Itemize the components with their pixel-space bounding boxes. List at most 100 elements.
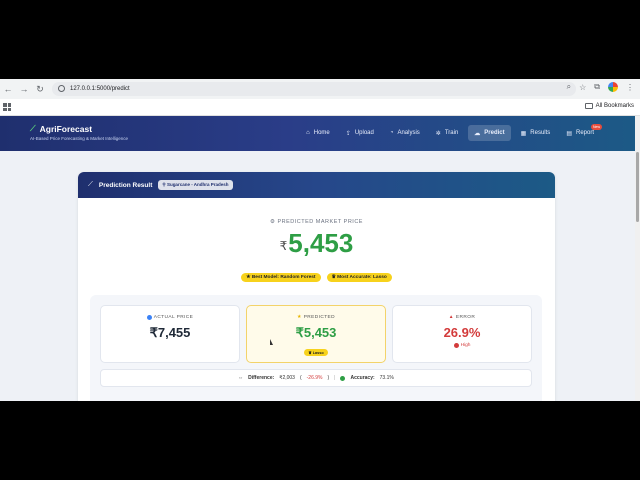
reload-icon[interactable]: ↻ [32,81,48,97]
address-url: 127.0.0.1:5000/predict [70,86,130,92]
star-icon: ★ [246,275,251,280]
menu-icon[interactable]: ⋮ [626,83,634,92]
main-nav: ⌂ Home ⇪ Upload ◔ Analysis ✲ Train ☁ Pre… [300,124,602,141]
upload-icon: ⇪ [345,130,351,137]
predicted-price-label-text: PREDICTED MARKET PRICE [277,219,363,225]
predicted-price-card: ★ PREDICTED ₹5,453 ♛ Lasso [246,305,386,363]
difference-label: Difference: [248,375,275,381]
new-badge: New [590,124,602,130]
brand-title: AgriForecast [39,124,93,134]
apps-grid-icon[interactable] [3,103,11,111]
nav-predict-label: Predict [484,130,505,136]
info-icon [146,315,152,320]
browser-viewport: ← → ↻ 127.0.0.1:5000/predict ⌕ ☆ ⧉ ⋮ All… [0,79,640,401]
brand-tagline: AI-Based Price Forecasting & Market Inte… [30,136,129,141]
best-model-badge: ★ Best Model: Random Forest [241,273,321,282]
prediction-card: ⟋ Prediction Result ⚲ Sugarcane - Andhra… [78,172,555,401]
error-level: High [393,343,531,348]
difference-paren-close: ) [327,375,330,381]
mouse-cursor [270,339,273,345]
arrows-icon: ⇔ [238,375,244,381]
difference-pct: -26.9% [306,375,323,381]
nav-results[interactable]: ▦ Results [515,125,557,141]
bookmarks-bar: All Bookmarks [0,99,640,116]
comparison-panel: ACTUAL PRICE ₹7,455 ★ PREDICTED ₹5,453 ♛… [90,295,542,401]
address-bar[interactable]: 127.0.0.1:5000/predict [52,82,576,96]
crop-chip: ⚲ Sugarcane - Andhra Pradesh [158,180,233,190]
crown-icon: ♛ [331,275,336,280]
nav-analysis[interactable]: ◔ Analysis [384,125,426,141]
predicted-card-label: PREDICTED [303,315,336,320]
model-chips: ★ Best Model: Random Forest ♛ Most Accur… [78,273,555,282]
chart-line-icon: ⟋ [30,124,36,133]
accuracy-value: 73.1% [379,375,394,381]
nav-report-label: Report [575,130,594,136]
best-model-text: Best Model: Random Forest [251,275,316,280]
profile-avatar[interactable] [608,82,618,92]
file-icon: ▤ [566,130,572,137]
forward-icon[interactable]: → [16,81,32,97]
location-pin-icon: ⚲ [162,182,166,187]
nav-predict[interactable]: ☁ Predict [468,125,511,141]
error-label: ERROR [455,315,476,320]
difference-bar: ⇔ Difference: ₹2,003 ( -26.9%) | Accuracy… [100,369,532,387]
alert-icon [453,343,459,348]
actual-price-label: ACTUAL PRICE [153,315,194,320]
back-icon[interactable]: ← [0,81,16,97]
separator: | [334,375,336,381]
zoom-icon[interactable]: ⌕ [567,82,571,92]
predicted-price-label: ⚙ PREDICTED MARKET PRICE [78,219,555,225]
model-badge: ♛ Lasso [304,349,328,356]
nav-train-label: Train [444,130,459,136]
table-icon: ▦ [520,130,527,137]
nav-analysis-label: Analysis [397,130,420,136]
card-header: ⟋ Prediction Result ⚲ Sugarcane - Andhra… [78,172,555,198]
most-accurate-badge: ♛ Most Accurate: Lasso [326,273,392,282]
nav-train[interactable]: ✲ Train [430,125,464,141]
accuracy-label: Accuracy: [350,375,375,381]
brain-icon: ✲ [435,130,441,137]
actual-price-value: ₹7,455 [149,325,191,340]
nav-results-label: Results [530,130,551,136]
predicted-price-number: 5,453 [288,228,354,258]
star-icon[interactable]: ☆ [579,83,586,92]
crop-chip-label: Sugarcane - Andhra Pradesh [166,182,229,187]
model-badge-text: Lasso [312,351,324,355]
card-title: Prediction Result [98,181,153,189]
most-accurate-text: Most Accurate: Lasso [337,275,387,280]
nav-home-label: Home [313,130,330,136]
currency-symbol: ₹ [279,239,288,253]
browser-toolbar: ← → ↻ 127.0.0.1:5000/predict ⌕ ☆ ⧉ ⋮ [0,79,640,99]
warning-icon: ▲ [448,315,454,320]
error-card: ▲ ERROR 26.9% High [392,305,532,363]
home-icon: ⌂ [306,130,310,136]
star-icon: ★ [296,315,302,320]
chart-icon: ⟋ [88,181,93,188]
nav-home[interactable]: ⌂ Home [300,125,336,141]
nav-report[interactable]: ▤ Report New [560,124,602,141]
check-icon [340,375,346,381]
folder-icon [584,103,593,109]
all-bookmarks-label: All Bookmarks [595,103,634,109]
analysis-icon: ◔ [389,130,394,136]
nav-upload-label: Upload [354,130,374,136]
letterbox-top [0,0,640,79]
scrollbar-thumb[interactable] [636,152,639,222]
brand[interactable]: ⟋ AgriForecast AI-Based Price Forecastin… [30,124,128,141]
extensions-icon[interactable]: ⧉ [594,82,600,92]
magic-icon: ☁ [474,130,481,137]
app-header: ⟋ AgriForecast AI-Based Price Forecastin… [0,116,640,151]
difference-paren-open: ( [299,375,302,381]
error-level-text: High [460,343,471,348]
crown-icon: ♛ [308,351,312,355]
site-info-icon[interactable] [58,85,65,92]
robot-icon: ⚙ [270,219,276,225]
predicted-card-value: ₹5,453 [295,325,337,340]
difference-value: ₹2,003 [279,375,295,381]
actual-price-card: ACTUAL PRICE ₹7,455 [100,305,240,363]
nav-upload[interactable]: ⇪ Upload [340,125,380,141]
predicted-price-value: ₹5,453 [78,228,555,259]
error-value: 26.9% [443,325,481,340]
letterbox-bottom [0,401,640,480]
all-bookmarks-button[interactable]: All Bookmarks [584,103,634,109]
